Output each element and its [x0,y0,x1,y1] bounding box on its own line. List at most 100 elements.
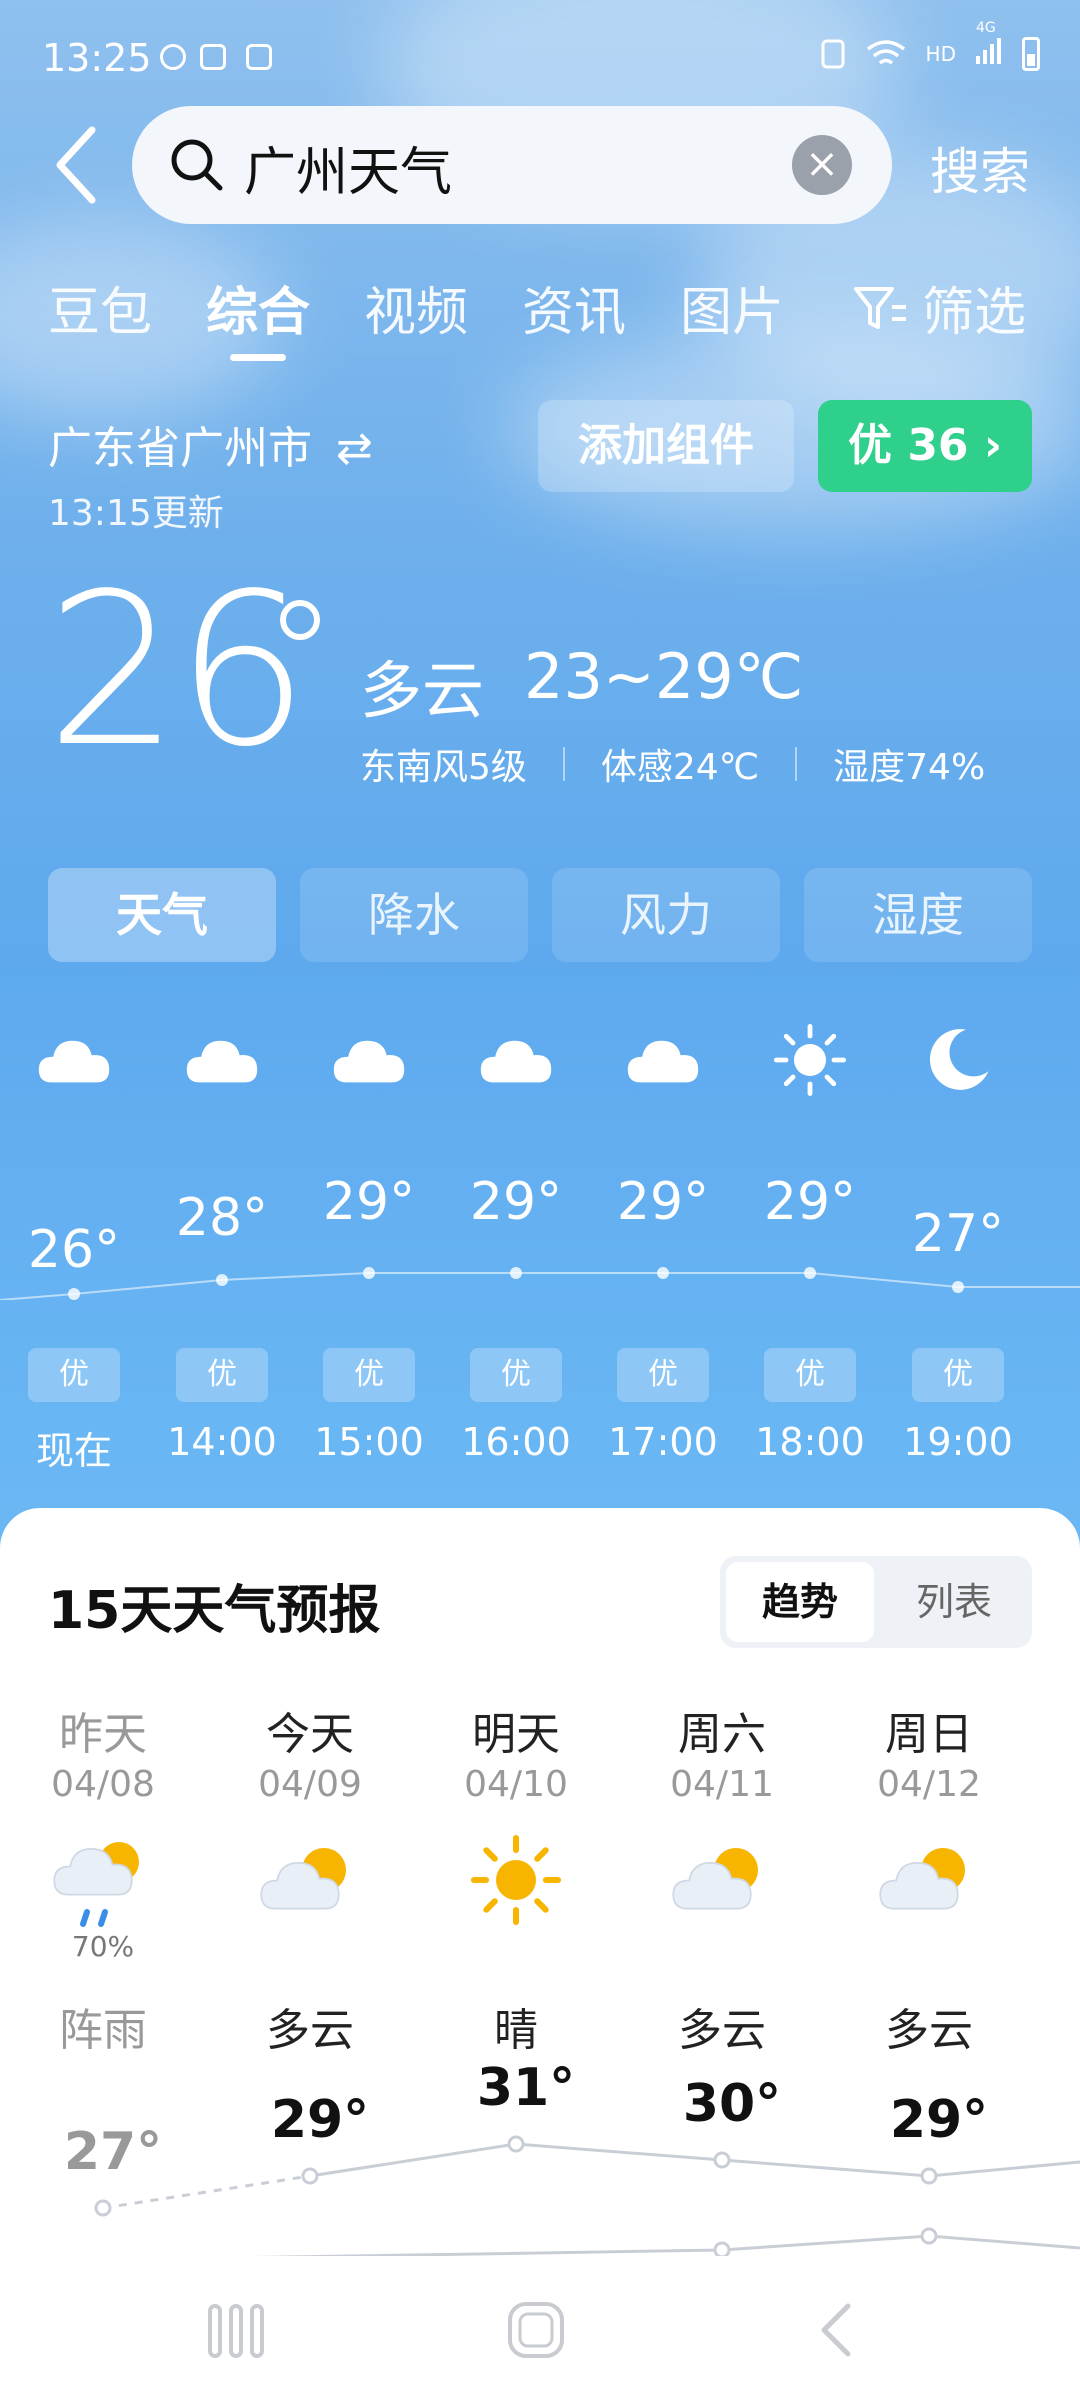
tab-filter-label: 筛选 [922,283,1027,343]
sun-hour-icon [765,1020,855,1100]
day-date: 04/09 [258,1764,362,1805]
battery-icon [1022,36,1040,71]
hour-aqi-badge: 优 [176,1348,268,1402]
cloud-hour-icon [29,1020,119,1100]
filter-icon [854,286,906,329]
hd-label: HD [925,41,956,66]
day-high-temp: 30° [682,2074,782,2134]
hour-time: 18:00 [755,1420,865,1464]
temperature-range: 23~29℃ [524,640,804,713]
location-selector[interactable]: 广东省广州市 ⇄ [48,412,373,476]
switch-location-icon: ⇄ [336,423,373,474]
search-icon [171,139,223,191]
humidity: 湿度74% [833,747,986,788]
home-icon[interactable] [506,2300,566,2360]
weather-details: 东南风5级 体感24℃ 湿度74% [360,738,985,790]
day-name: 昨天 [59,1709,147,1760]
hour-time: 现在 [35,1429,112,1473]
sun-icon [466,1830,566,1930]
segment-wind[interactable]: 风力 [552,868,780,962]
system-nav-bar [0,2256,1080,2400]
hour-time: 17:00 [608,1420,718,1464]
add-widget-button[interactable]: 添加组件 [538,400,794,492]
partly-cloudy-icon [879,1830,979,1930]
toggle-trend[interactable]: 趋势 [726,1562,874,1642]
cloud-hour-icon [471,1020,561,1100]
day-high-temp: 27° [63,2122,163,2182]
day-high-temp: 29° [270,2090,370,2150]
day-date: 04/08 [51,1764,155,1805]
tab-video[interactable]: 视频 [364,270,468,345]
day-condition: 多云 [678,2005,766,2056]
feels-like: 体感24℃ [600,747,760,788]
search-button[interactable]: 搜索 [930,132,1030,204]
location-name: 广东省广州市 [48,423,312,474]
view-toggle: 趋势 列表 [720,1556,1032,1648]
day-high-temp: 31° [476,2058,576,2118]
day-condition: 晴 [494,2005,538,2056]
current-condition: 多云 [360,654,485,727]
day-name: 周日 [885,1709,973,1760]
sim-icon [821,39,845,68]
search-query: 广州天气 [244,143,453,203]
hour-time: 14:00 [167,1420,277,1464]
hourly-temperature-line [0,1267,1080,1300]
day-high-temp: 29° [889,2090,989,2150]
recent-apps-icon[interactable] [206,2302,266,2360]
partly-cloudy-icon [672,1830,772,1930]
tab-images[interactable]: 图片 [680,270,784,345]
tab-news[interactable]: 资讯 [522,270,626,345]
clear-icon[interactable]: × [792,135,852,195]
segment-weather[interactable]: 天气 [48,868,276,962]
hour-aqi-badge: 优 [912,1348,1004,1402]
day-name: 周六 [678,1709,766,1760]
hour-time: 16:00 [461,1420,571,1464]
signal-label: 4G [976,20,996,36]
voicemail-icon [200,44,226,70]
forecast-title: 15天天气预报 [48,1581,381,1641]
active-tab-indicator [230,354,286,361]
segment-precipitation[interactable]: 降水 [300,868,528,962]
wifi-icon [866,39,905,64]
current-temperature: 26 [46,548,309,793]
segment-humidity[interactable]: 湿度 [804,868,1032,962]
hour-aqi-badge: 优 [28,1348,120,1402]
tab-bar: 豆包 综合 视频 资讯 图片 筛选 [0,262,1080,362]
hour-temperature: 28° [175,1188,269,1248]
rain-cloud-sun-icon [53,1830,153,1930]
aqi-button[interactable]: 优 36 › [818,400,1032,492]
update-time: 13:15更新 [48,493,224,534]
hour-temperature: 29° [322,1172,416,1232]
divider [562,747,565,781]
day-condition: 多云 [266,2005,354,2056]
day-date: 04/12 [877,1764,981,1805]
status-time: 13:25 [42,36,152,80]
hour-temperature: 29° [763,1172,857,1232]
day-condition: 多云 [885,2005,973,2056]
hour-time: 19:00 [903,1420,1013,1464]
moon-hour-icon [913,1020,1003,1100]
toggle-list[interactable]: 列表 [880,1562,1028,1642]
divider [795,747,798,781]
tab-filter[interactable]: 筛选 [852,270,1026,345]
back-arrow-icon[interactable] [48,120,108,210]
signal-icon: 4G [974,20,1004,71]
back-icon[interactable] [810,2300,870,2360]
wind-info: 东南风5级 [360,747,527,788]
day-date: 04/11 [670,1764,774,1805]
tab-comprehensive[interactable]: 综合 [206,270,310,345]
day-name: 明天 [472,1709,560,1760]
hour-aqi-badge: 优 [764,1348,856,1402]
partly-cloudy-icon [260,1830,360,1930]
cloud-hour-icon [324,1020,414,1100]
degree-symbol [280,600,320,640]
status-right: HD 4G [820,20,1040,71]
hour-aqi-badge: 优 [470,1348,562,1402]
day-condition: 阵雨 [59,2005,147,2056]
hour-aqi-badge: 优 [323,1348,415,1402]
cloud-hour-icon [618,1020,708,1100]
notification-app-icon [160,44,186,70]
tab-doubao[interactable]: 豆包 [48,270,152,345]
media-app-icon [246,44,272,70]
search-input[interactable]: 广州天气 × [132,106,892,224]
